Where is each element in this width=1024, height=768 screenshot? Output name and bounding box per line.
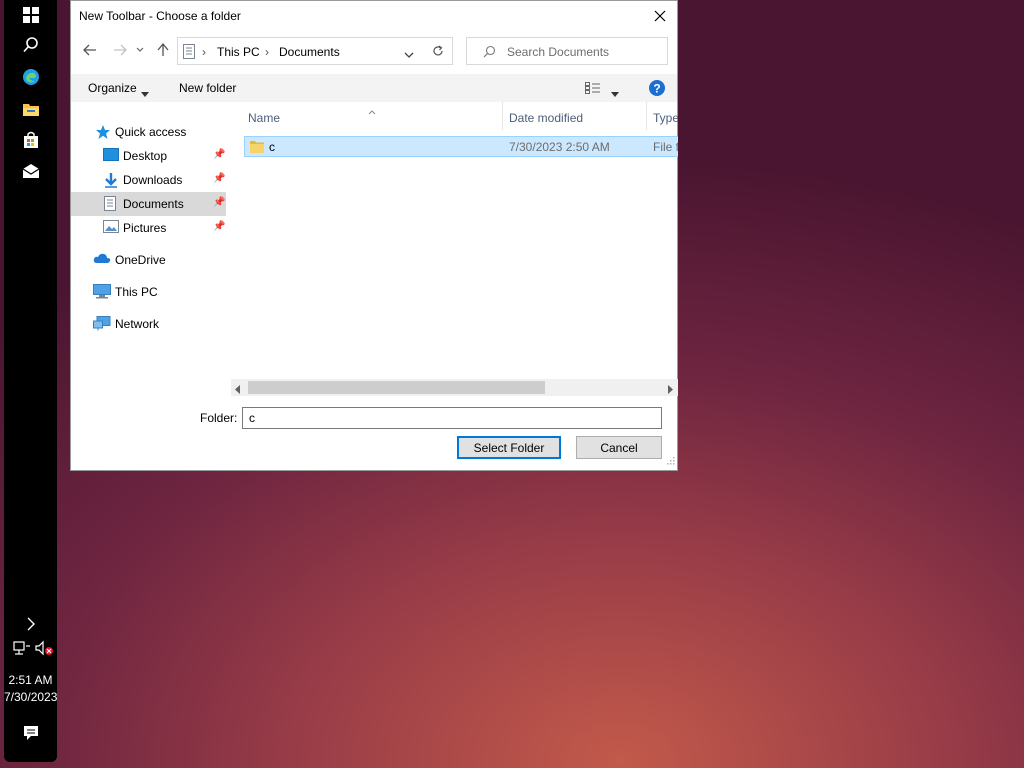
breadcrumb-separator-icon[interactable]: › <box>265 45 269 59</box>
breadcrumb-this-pc[interactable]: This PC <box>217 45 260 59</box>
file-explorer-icon[interactable] <box>19 97 43 121</box>
folder-label: Folder: <box>200 411 238 425</box>
back-button[interactable] <box>79 39 101 61</box>
refresh-button[interactable] <box>423 37 453 65</box>
folder-input[interactable] <box>249 409 649 427</box>
choose-folder-dialog: New Toolbar - Choose a folder › This PC … <box>70 0 678 471</box>
file-type: File folder <box>653 140 678 154</box>
clock-date[interactable]: 7/30/2023 <box>4 690 57 704</box>
navigation-pane: Quick access Desktop 📌 Downloads 📌 Docum… <box>71 102 231 397</box>
view-details-icon[interactable] <box>585 82 601 97</box>
nav-item-pictures[interactable]: Pictures 📌 <box>71 216 226 240</box>
search-icon <box>483 45 496 61</box>
address-bar[interactable]: › This PC › Documents <box>177 37 453 65</box>
nav-label: Desktop <box>123 149 168 163</box>
pictures-icon <box>103 220 119 236</box>
file-date: 7/30/2023 2:50 AM <box>509 140 610 154</box>
search-box[interactable]: Search Documents <box>466 37 668 65</box>
horizontal-scrollbar[interactable] <box>231 379 678 396</box>
column-divider[interactable] <box>646 102 647 130</box>
table-row[interactable] <box>244 136 678 157</box>
pin-icon[interactable]: 📌 <box>213 173 225 184</box>
edge-icon[interactable] <box>19 65 43 89</box>
pin-icon[interactable]: 📌 <box>213 149 225 160</box>
organize-button[interactable]: Organize <box>88 81 137 95</box>
nav-item-quick-access[interactable]: Quick access <box>71 120 226 144</box>
column-header-name[interactable]: Name <box>248 111 280 125</box>
action-center-icon[interactable] <box>19 721 43 745</box>
help-icon[interactable]: ? <box>649 80 665 99</box>
file-list: Name Date modified Type c 7/30/2023 2:50… <box>241 102 678 397</box>
pin-icon[interactable]: 📌 <box>213 221 225 232</box>
resize-grip-icon[interactable] <box>665 454 675 468</box>
nav-item-this-pc[interactable]: This PC <box>71 280 226 304</box>
organize-dropdown-icon[interactable] <box>141 86 149 100</box>
nav-item-network[interactable]: Network <box>71 312 226 336</box>
search-icon[interactable] <box>19 33 43 57</box>
nav-label: This PC <box>115 285 158 299</box>
taskbar: 2:51 AM 7/30/2023 <box>4 0 57 762</box>
pin-icon[interactable]: 📌 <box>213 197 225 208</box>
nav-item-downloads[interactable]: Downloads 📌 <box>71 168 226 192</box>
clock-time[interactable]: 2:51 AM <box>4 673 57 687</box>
column-divider[interactable] <box>502 102 503 130</box>
windows-start-icon[interactable] <box>19 3 43 27</box>
recent-locations-chevron-icon[interactable] <box>133 39 147 61</box>
column-header-date-modified[interactable]: Date modified <box>509 111 583 125</box>
forward-button[interactable] <box>109 39 131 61</box>
new-folder-button[interactable]: New folder <box>179 81 236 95</box>
chevron-right-icon[interactable] <box>19 612 43 636</box>
file-name[interactable]: c <box>269 140 275 154</box>
sort-ascending-icon <box>368 104 376 118</box>
cloud-icon <box>93 252 111 268</box>
up-button[interactable] <box>152 39 174 61</box>
nav-label: Pictures <box>123 221 167 235</box>
view-dropdown-icon[interactable] <box>611 86 619 100</box>
breadcrumb-documents[interactable]: Documents <box>279 45 340 59</box>
desktop-icon <box>103 148 119 164</box>
scroll-right-icon[interactable] <box>667 383 673 397</box>
scrollbar-thumb[interactable] <box>248 381 545 394</box>
volume-muted-icon[interactable] <box>35 640 55 658</box>
svg-text:?: ? <box>653 82 660 96</box>
breadcrumb-separator-icon[interactable]: › <box>202 45 206 59</box>
nav-label: Network <box>115 317 160 331</box>
folder-field[interactable] <box>242 407 662 429</box>
network-icon <box>93 316 111 332</box>
computer-icon <box>93 284 111 300</box>
scroll-left-icon[interactable] <box>235 383 241 397</box>
documents-icon <box>183 44 195 62</box>
select-folder-button[interactable]: Select Folder <box>457 436 561 459</box>
nav-label: OneDrive <box>115 253 166 267</box>
close-button[interactable] <box>649 5 671 27</box>
search-placeholder[interactable]: Search Documents <box>507 45 609 59</box>
documents-icon <box>104 196 120 212</box>
dialog-title: New Toolbar - Choose a folder <box>79 9 241 23</box>
star-icon <box>95 124 111 140</box>
nav-item-desktop[interactable]: Desktop 📌 <box>71 144 226 168</box>
nav-label: Documents <box>123 197 184 211</box>
address-dropdown-icon[interactable] <box>404 48 414 62</box>
nav-label: Quick access <box>115 125 187 139</box>
network-icon[interactable] <box>13 640 31 656</box>
download-arrow-icon <box>103 172 119 188</box>
nav-item-documents[interactable]: Documents 📌 <box>71 192 226 216</box>
folder-icon <box>250 139 264 156</box>
command-bar: Organize New folder ? <box>71 74 677 102</box>
nav-label: Downloads <box>123 173 183 187</box>
store-icon[interactable] <box>19 128 43 152</box>
nav-item-onedrive[interactable]: OneDrive <box>71 248 226 272</box>
mail-icon[interactable] <box>19 159 43 183</box>
cancel-button[interactable]: Cancel <box>576 436 662 459</box>
column-header-type[interactable]: Type <box>653 111 678 125</box>
